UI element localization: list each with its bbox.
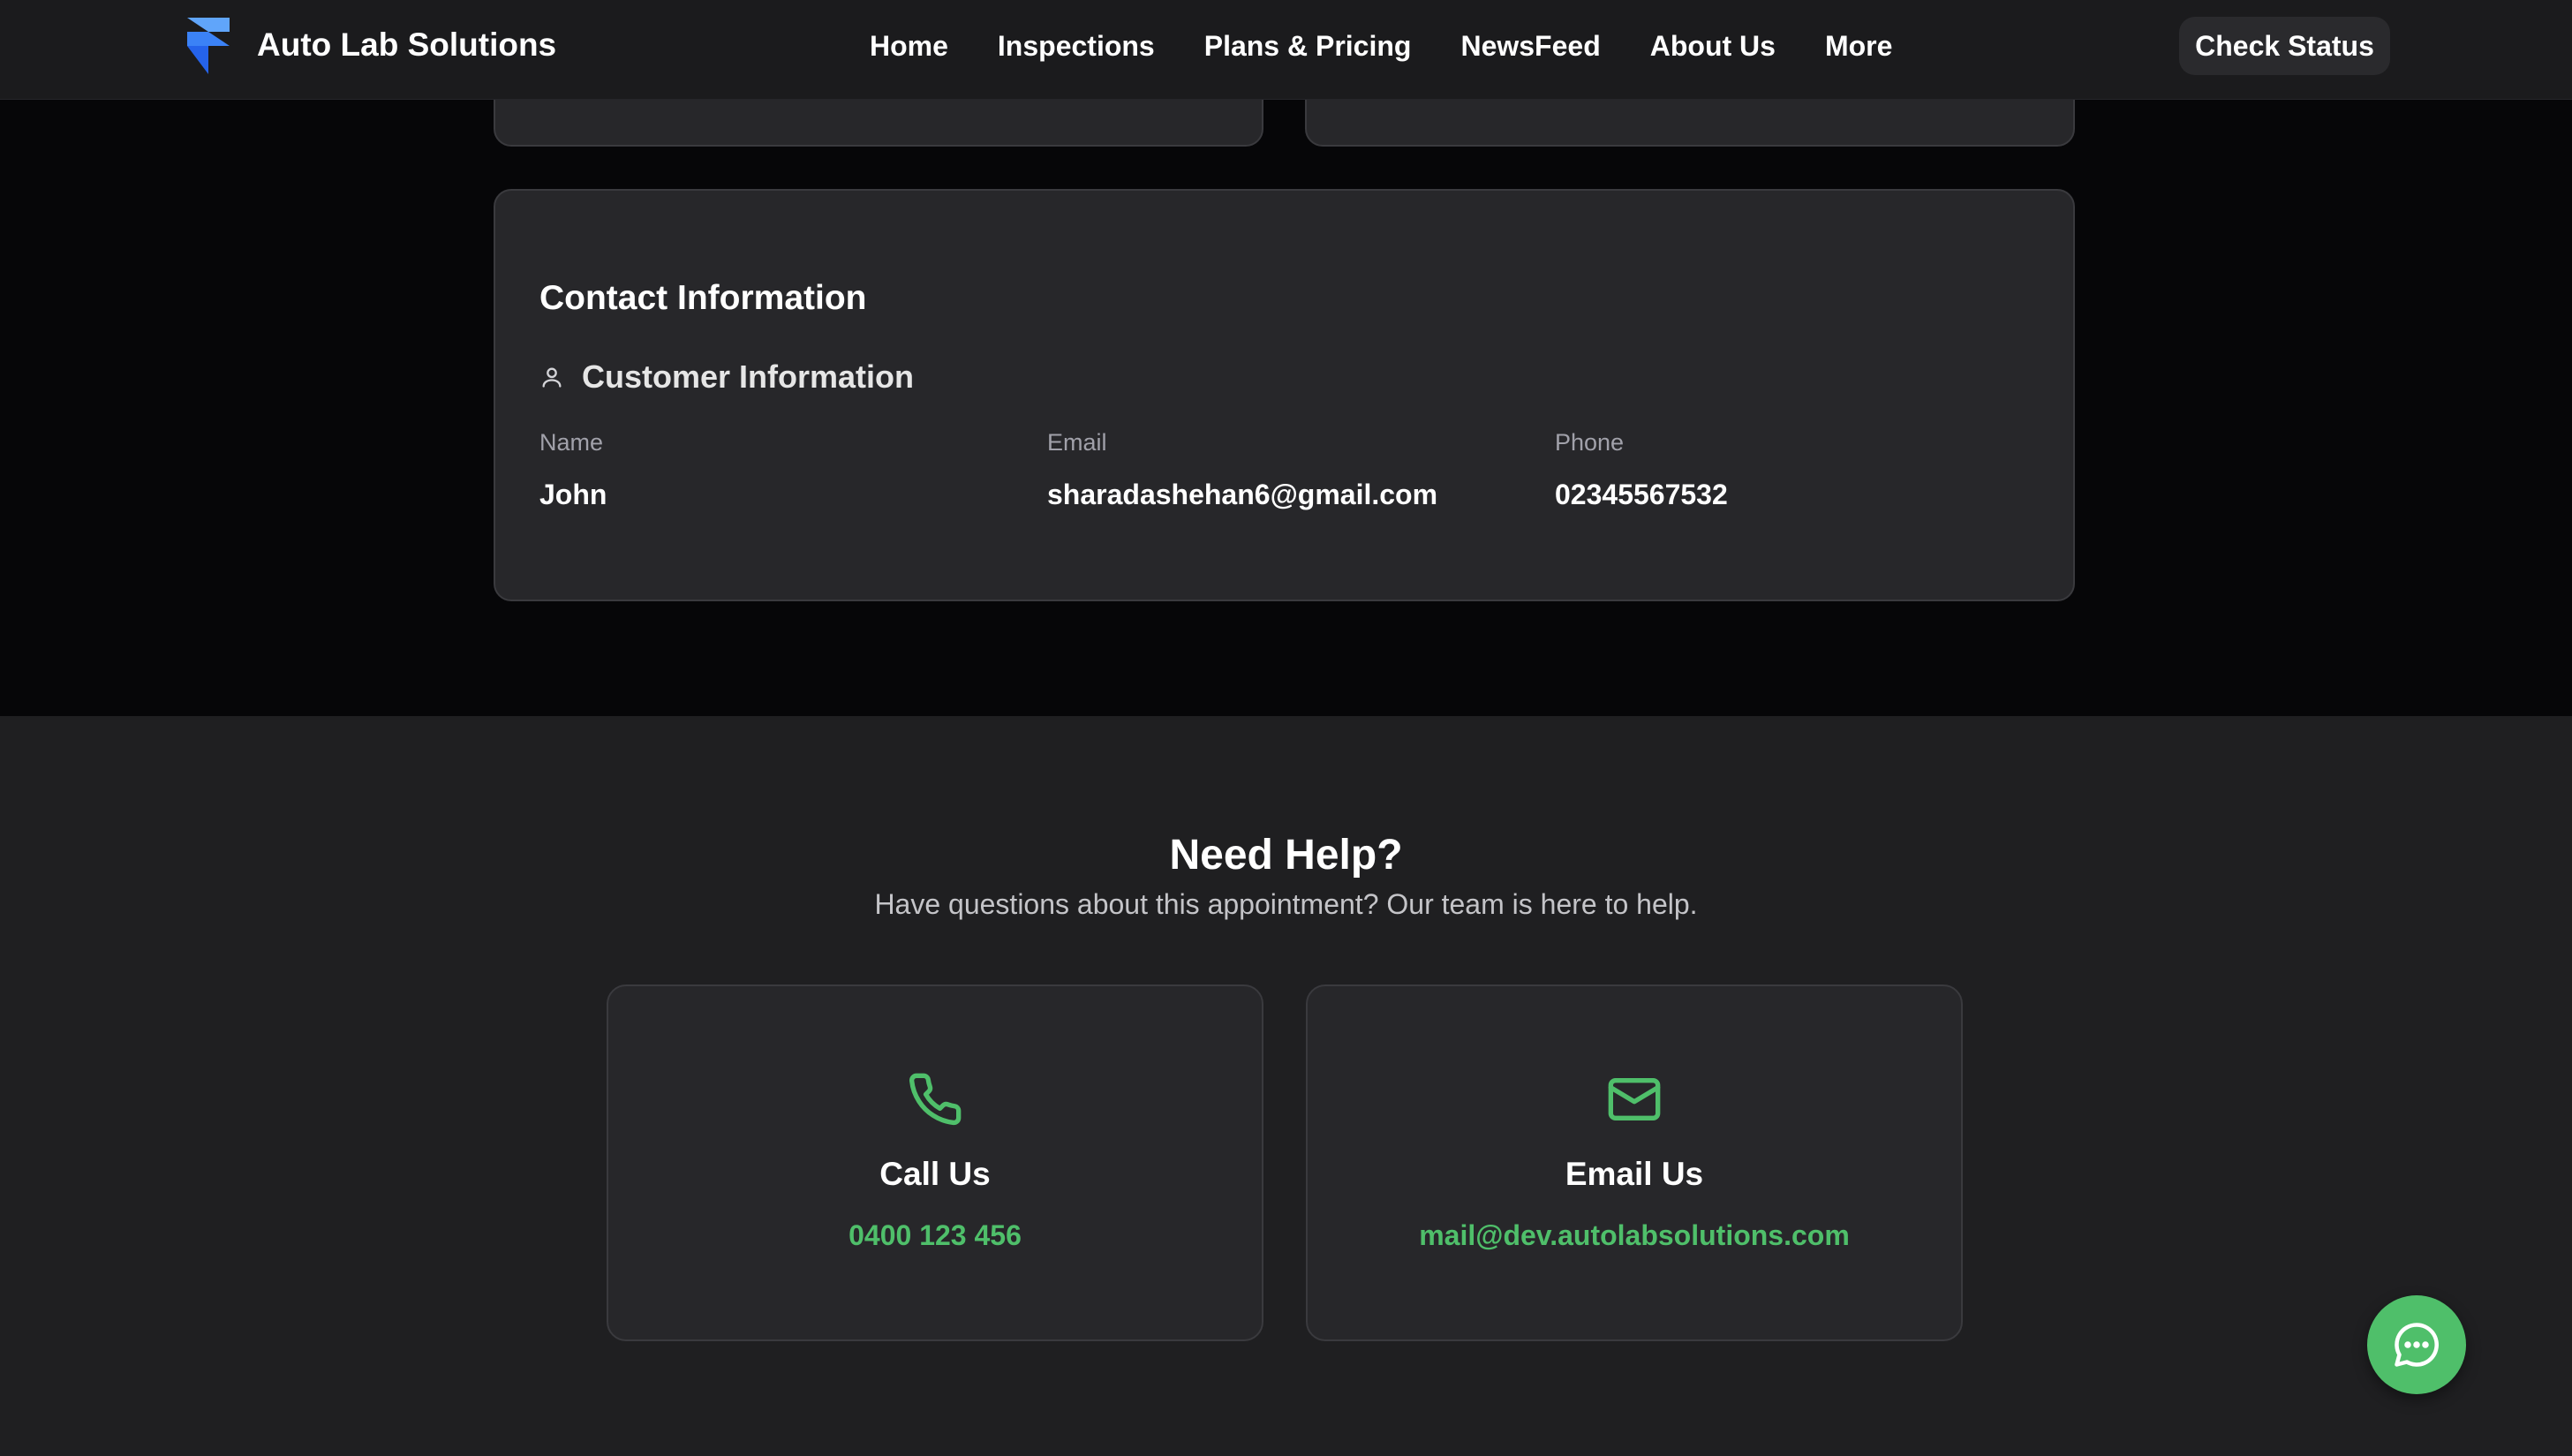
chat-widget-button[interactable]	[2367, 1295, 2466, 1394]
contact-information-card: Contact Information Customer Information…	[494, 189, 2075, 601]
top-navigation-bar: Auto Lab Solutions Home Inspections Plan…	[0, 0, 2572, 100]
nav-item-newsfeed[interactable]: NewsFeed	[1460, 30, 1600, 63]
email-label: Email	[1047, 429, 1107, 456]
need-help-section: Need Help? Have questions about this app…	[0, 716, 2572, 1456]
main-nav: Home Inspections Plans & Pricing NewsFee…	[870, 30, 1942, 63]
nav-item-more[interactable]: More	[1825, 30, 1892, 63]
name-field: Name John	[539, 429, 607, 511]
need-help-title: Need Help?	[1169, 832, 1403, 879]
framer-logo-icon[interactable]	[187, 18, 230, 74]
name-value: John	[539, 479, 607, 510]
email-us-card[interactable]: Email Us mail@dev.autolabsolutions.com	[1306, 984, 1963, 1341]
nav-item-about-us[interactable]: About Us	[1650, 30, 1776, 63]
chat-bubble-icon	[2395, 1323, 2439, 1367]
page: Contact Information Customer Information…	[0, 0, 2572, 1456]
call-us-card[interactable]: Call Us 0400 123 456	[607, 984, 1263, 1341]
mail-icon-wrap	[1308, 1071, 1961, 1128]
contact-information-title: Contact Information	[539, 279, 867, 317]
appointment-details-section: Contact Information Customer Information…	[0, 0, 2572, 716]
call-us-phone-link[interactable]: 0400 123 456	[608, 1219, 1262, 1252]
phone-field: Phone 02345567532	[1555, 429, 1728, 511]
call-us-label: Call Us	[879, 1156, 991, 1192]
mail-icon	[1608, 1078, 1661, 1120]
user-icon	[542, 367, 562, 388]
check-status-button[interactable]: Check Status	[2179, 17, 2390, 75]
nav-item-inspections[interactable]: Inspections	[998, 30, 1155, 63]
need-help-subtitle: Have questions about this appointment? O…	[874, 888, 1698, 920]
nav-item-plans-pricing[interactable]: Plans & Pricing	[1204, 30, 1412, 63]
email-field: Email sharadashehan6@gmail.com	[1047, 429, 1437, 511]
name-label: Name	[539, 429, 604, 456]
phone-label: Phone	[1555, 429, 1625, 456]
phone-icon	[909, 1073, 962, 1126]
brand-name[interactable]: Auto Lab Solutions	[257, 26, 556, 64]
customer-information-heading: Customer Information	[539, 358, 914, 396]
customer-information-title: Customer Information	[582, 358, 915, 395]
phone-icon-wrap	[608, 1071, 1262, 1128]
email-value: sharadashehan6@gmail.com	[1047, 479, 1438, 510]
email-us-label: Email Us	[1565, 1156, 1704, 1192]
nav-item-home[interactable]: Home	[870, 30, 948, 63]
phone-value: 02345567532	[1555, 479, 1728, 510]
email-us-link[interactable]: mail@dev.autolabsolutions.com	[1308, 1219, 1961, 1252]
